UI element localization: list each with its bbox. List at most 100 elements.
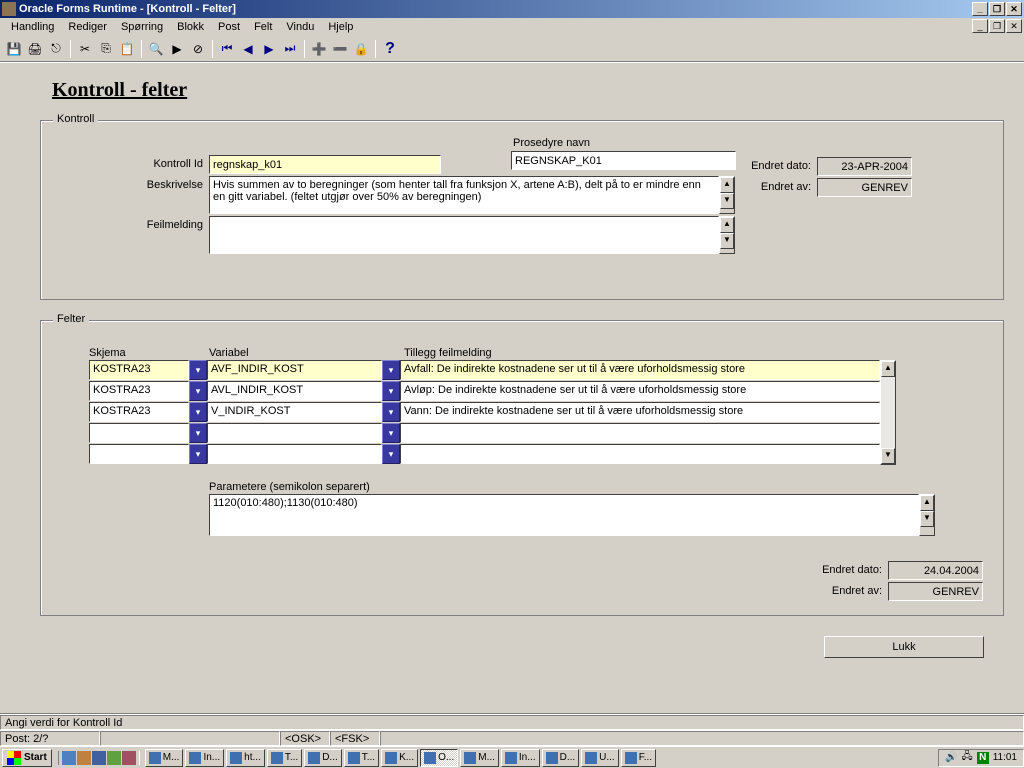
copy-icon[interactable]: ⎘ [96, 39, 116, 59]
taskbar-item[interactable]: M... [460, 749, 499, 767]
close-button[interactable]: ✕ [1006, 2, 1022, 16]
skjema-cell[interactable]: KOSTRA23 [89, 402, 189, 422]
scroll-down-icon[interactable]: ▼ [881, 448, 895, 464]
taskbar-item[interactable]: T... [267, 749, 302, 767]
lov-button[interactable]: ▾ [189, 423, 207, 443]
query-exec-icon[interactable]: ▶ [167, 39, 187, 59]
variabel-cell[interactable]: V_INDIR_KOST [207, 402, 382, 422]
variabel-cell[interactable] [207, 444, 382, 464]
scroll-up-icon[interactable]: ▲ [920, 495, 934, 511]
kontroll-id-input[interactable] [209, 155, 441, 174]
taskbar-item[interactable]: ht... [226, 749, 265, 767]
taskbar-item[interactable]: O... [420, 749, 458, 767]
menu-sporring[interactable]: Spørring [114, 19, 170, 35]
menu-vindu[interactable]: Vindu [279, 19, 321, 35]
insert-record-icon[interactable]: ➕ [309, 39, 329, 59]
ql-icon[interactable] [107, 751, 121, 765]
lov-button[interactable]: ▾ [189, 444, 207, 464]
mdi-minimize-button[interactable]: _ [972, 19, 988, 33]
variabel-cell[interactable]: AVF_INDIR_KOST [207, 360, 382, 380]
feilmelding-scrollbar[interactable]: ▲ ▼ [719, 216, 735, 254]
taskbar-item[interactable]: D... [542, 749, 580, 767]
variabel-cell[interactable] [207, 423, 382, 443]
menu-rediger[interactable]: Rediger [61, 19, 114, 35]
prev-record-icon[interactable]: ◀ [238, 39, 258, 59]
cut-icon[interactable]: ✂ [75, 39, 95, 59]
parametere-scrollbar[interactable]: ▲ ▼ [919, 494, 935, 536]
tillegg-cell[interactable] [400, 444, 880, 464]
taskbar-item[interactable]: T... [344, 749, 379, 767]
tray-icon[interactable]: N [977, 752, 989, 764]
lov-button[interactable]: ▾ [382, 402, 400, 422]
skjema-cell[interactable]: KOSTRA23 [89, 360, 189, 380]
mdi-close-button[interactable]: ✕ [1006, 19, 1022, 33]
ql-icon[interactable] [62, 751, 76, 765]
query-enter-icon[interactable]: 🔍 [146, 39, 166, 59]
ql-icon[interactable] [77, 751, 91, 765]
query-cancel-icon[interactable]: ⊘ [188, 39, 208, 59]
feilmelding-textarea[interactable] [209, 216, 719, 254]
lov-button[interactable]: ▾ [382, 423, 400, 443]
first-record-icon[interactable]: ⏮ [217, 39, 237, 59]
lov-button[interactable]: ▾ [382, 360, 400, 380]
taskbar-item[interactable]: In... [185, 749, 224, 767]
next-record-icon[interactable]: ▶ [259, 39, 279, 59]
taskbar-item[interactable]: U... [581, 749, 619, 767]
variabel-cell[interactable]: AVL_INDIR_KOST [207, 381, 382, 401]
scroll-down-icon[interactable]: ▼ [720, 193, 734, 209]
mdi-restore-button[interactable]: ❐ [989, 19, 1005, 33]
beskrivelse-scrollbar[interactable]: ▲ ▼ [719, 176, 735, 214]
tray-icon[interactable]: 🔊 [945, 752, 957, 763]
beskrivelse-textarea[interactable] [209, 176, 719, 214]
menu-handling[interactable]: Handling [4, 19, 61, 35]
last-record-icon[interactable]: ⏭ [280, 39, 300, 59]
tillegg-cell[interactable]: Avfall: De indirekte kostnadene ser ut t… [400, 360, 880, 380]
menu-hjelp[interactable]: Hjelp [321, 19, 360, 35]
scroll-up-icon[interactable]: ▲ [720, 177, 734, 193]
skjema-cell[interactable] [89, 423, 189, 443]
paste-icon[interactable]: 📋 [117, 39, 137, 59]
app-icon [2, 2, 16, 16]
window-titlebar: Oracle Forms Runtime - [Kontroll - Felte… [0, 0, 1024, 18]
minimize-button[interactable]: _ [972, 2, 988, 16]
save-icon[interactable]: 💾 [4, 39, 24, 59]
lukk-button[interactable]: Lukk [824, 636, 984, 658]
tillegg-cell[interactable]: Vann: De indirekte kostnadene ser ut til… [400, 402, 880, 422]
parametere-textarea[interactable] [209, 494, 919, 536]
scroll-down-icon[interactable]: ▼ [920, 511, 934, 527]
scroll-up-icon[interactable]: ▲ [881, 361, 895, 377]
taskbar-item[interactable]: In... [501, 749, 540, 767]
menu-blokk[interactable]: Blokk [170, 19, 211, 35]
menu-felt[interactable]: Felt [247, 19, 279, 35]
exit-icon[interactable]: ⎋ [46, 39, 66, 59]
grid-scrollbar[interactable]: ▲▼ [880, 360, 896, 465]
skjema-cell[interactable] [89, 444, 189, 464]
maximize-button[interactable]: ❐ [989, 2, 1005, 16]
ql-icon[interactable] [122, 751, 136, 765]
lov-button[interactable]: ▾ [189, 381, 207, 401]
ql-icon[interactable] [92, 751, 106, 765]
taskbar-item[interactable]: D... [304, 749, 342, 767]
scroll-down-icon[interactable]: ▼ [720, 233, 734, 249]
skjema-cell[interactable]: KOSTRA23 [89, 381, 189, 401]
delete-record-icon[interactable]: ➖ [330, 39, 350, 59]
start-button[interactable]: Start [2, 749, 52, 767]
lock-record-icon[interactable]: 🔒 [351, 39, 371, 59]
table-row: KOSTRA23▾AVF_INDIR_KOST▾Avfall: De indir… [89, 360, 880, 380]
tillegg-cell[interactable] [400, 423, 880, 443]
taskbar-item[interactable]: K... [381, 749, 418, 767]
endret-dato-field [817, 157, 912, 176]
menu-post[interactable]: Post [211, 19, 247, 35]
taskbar-item[interactable]: F... [621, 749, 656, 767]
prosedyre-input[interactable] [511, 151, 736, 170]
lov-button[interactable]: ▾ [189, 402, 207, 422]
tillegg-cell[interactable]: Avløp: De indirekte kostnadene ser ut ti… [400, 381, 880, 401]
print-icon[interactable]: 🖨 [25, 39, 45, 59]
lov-button[interactable]: ▾ [382, 381, 400, 401]
scroll-up-icon[interactable]: ▲ [720, 217, 734, 233]
tray-icon[interactable]: 🖧 [962, 749, 973, 766]
help-icon[interactable]: ? [380, 39, 400, 59]
taskbar-item[interactable]: M... [145, 749, 184, 767]
lov-button[interactable]: ▾ [382, 444, 400, 464]
lov-button[interactable]: ▾ [189, 360, 207, 380]
